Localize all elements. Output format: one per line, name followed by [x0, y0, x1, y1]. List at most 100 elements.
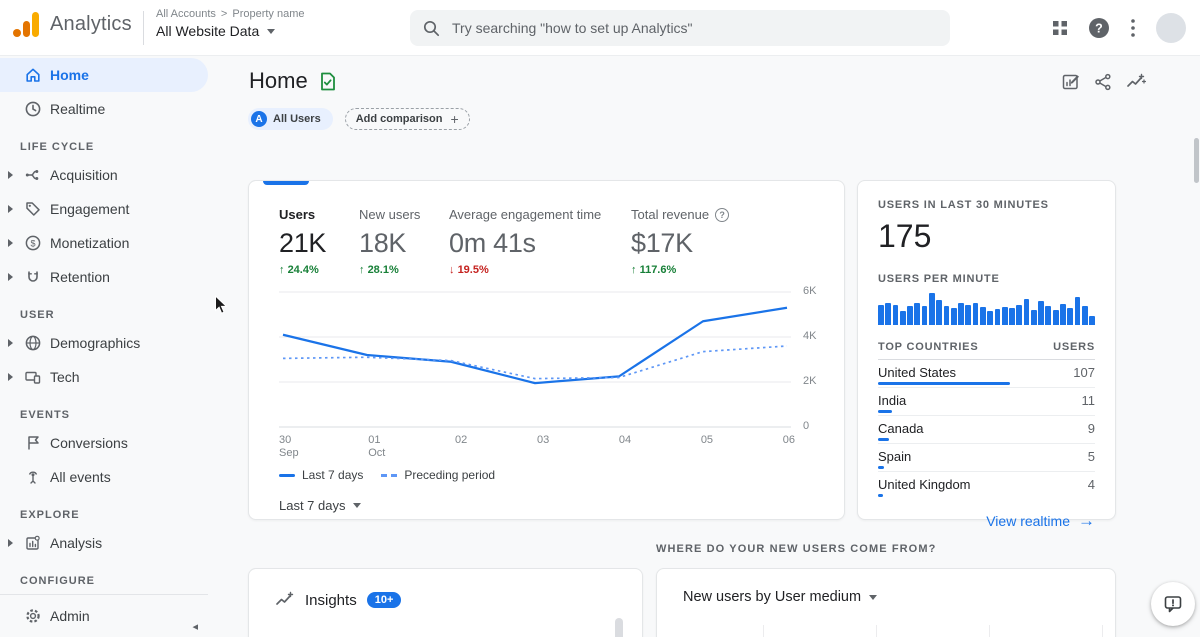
insights-header: Insights 10+: [249, 569, 642, 609]
sidebar-item-engagement[interactable]: Engagement: [0, 192, 220, 226]
new-users-card-title[interactable]: New users by User medium: [657, 569, 1115, 605]
search-input[interactable]: [452, 20, 938, 36]
y-axis-tick: 4K: [803, 330, 817, 342]
users-per-minute-bar: [943, 306, 950, 325]
date-range-selector[interactable]: Last 7 days: [279, 498, 844, 513]
active-metric-tab-indicator: [263, 181, 309, 185]
country-bar: [878, 466, 885, 469]
sidebar-item-tech[interactable]: Tech: [0, 360, 220, 394]
account-breadcrumb[interactable]: All Accounts > Property name All Website…: [156, 8, 305, 39]
sidebar-item-label: Retention: [50, 269, 110, 285]
insights-scrollbar-thumb[interactable]: [615, 618, 623, 637]
share-icon[interactable]: [1094, 73, 1112, 91]
arrow-right-icon: →: [1078, 511, 1095, 530]
property-selector-label: All Website Data: [156, 23, 260, 39]
sidebar-item-monetization[interactable]: $ Monetization: [0, 226, 220, 260]
table-row[interactable]: Canada 9: [878, 416, 1095, 444]
breadcrumb-property[interactable]: Property name: [232, 8, 304, 20]
expand-arrow-icon[interactable]: [8, 539, 13, 547]
analytics-logo[interactable]: Analytics: [12, 10, 132, 38]
gridline: [763, 625, 764, 637]
metric-users[interactable]: Users 21K ↑ 24.4%: [279, 207, 359, 276]
country-name: India: [878, 393, 907, 408]
search-icon: [423, 20, 440, 37]
y-axis-tick: 2K: [803, 375, 817, 387]
table-row[interactable]: India 11: [878, 388, 1095, 416]
users-per-minute-bar: [1001, 306, 1008, 325]
page-scrollbar-thumb[interactable]: [1194, 138, 1199, 183]
expand-arrow-icon[interactable]: [8, 205, 13, 213]
metric-total-revenue[interactable]: Total revenue? $17K ↑ 117.6%: [631, 207, 801, 276]
globe-icon: [24, 334, 42, 352]
metric-value: $17K: [631, 228, 693, 258]
insights-count-badge[interactable]: 10+: [366, 592, 402, 608]
expand-arrow-icon[interactable]: [8, 239, 13, 247]
table-row[interactable]: Spain 5: [878, 444, 1095, 472]
svg-text:?: ?: [1095, 22, 1103, 36]
metric-avg-engagement-time[interactable]: Average engagement time 0m 41s ↓ 19.5%: [449, 207, 631, 276]
sidebar-item-label: Engagement: [50, 201, 130, 217]
customize-dashboard-icon[interactable]: [1061, 72, 1080, 91]
trend-line-solid: [282, 306, 788, 385]
help-circle-icon[interactable]: ?: [715, 207, 730, 222]
insights-icon[interactable]: [1126, 73, 1146, 91]
sidebar-nav: Home Realtime LIFE CYCLE Acquisition Eng…: [0, 56, 220, 637]
metric-value: 18K: [359, 228, 407, 258]
realtime-users-count: 175: [878, 218, 932, 254]
saved-report-icon[interactable]: [318, 72, 337, 91]
trend-line-dashed: [282, 345, 788, 380]
users-per-minute-bar: [936, 300, 943, 325]
sidebar-item-acquisition[interactable]: Acquisition: [0, 158, 220, 192]
users-per-minute-bar: [1052, 310, 1059, 325]
sidebar-collapse-icon[interactable]: ◂: [192, 620, 198, 633]
y-axis-tick: 6K: [803, 285, 817, 297]
country-users: 9: [1087, 421, 1095, 436]
new-users-card-title-label: New users by User medium: [683, 589, 862, 605]
table-row[interactable]: United States 107: [878, 360, 1095, 388]
apps-grid-icon[interactable]: [1052, 20, 1068, 36]
property-selector[interactable]: All Website Data: [156, 23, 305, 39]
help-icon[interactable]: ?: [1088, 17, 1110, 39]
all-users-chip[interactable]: A All Users: [248, 108, 333, 130]
solid-line-swatch: [279, 473, 295, 477]
legend-label: Last 7 days: [302, 468, 364, 482]
breadcrumb-account[interactable]: All Accounts: [156, 8, 216, 20]
expand-arrow-icon[interactable]: [8, 339, 13, 347]
country-users: 4: [1087, 477, 1095, 492]
expand-arrow-icon[interactable]: [8, 171, 13, 179]
metrics-row: Users 21K ↑ 24.4% New users 18K ↑ 28.1% …: [279, 207, 844, 276]
metric-label: Users: [279, 207, 316, 222]
sidebar-item-realtime[interactable]: Realtime: [0, 92, 220, 126]
avatar[interactable]: [1156, 13, 1186, 43]
sidebar-item-analysis[interactable]: Analysis: [0, 526, 220, 560]
sidebar-item-home[interactable]: Home: [0, 58, 208, 92]
view-realtime-link[interactable]: View realtime →: [878, 512, 1095, 529]
search-bar[interactable]: [410, 10, 950, 46]
metric-new-users[interactable]: New users 18K ↑ 28.1%: [359, 207, 449, 276]
x-axis-tick: 01 Oct: [368, 434, 386, 459]
users-per-minute-bar: [1023, 298, 1030, 325]
sidebar-item-retention[interactable]: Retention: [0, 260, 220, 294]
add-comparison-button[interactable]: Add comparison +: [344, 108, 470, 130]
gridline: [1102, 625, 1103, 637]
sidebar-divider: [0, 594, 208, 595]
feedback-button[interactable]: [1151, 582, 1195, 626]
delta-value: 24.4%: [287, 264, 319, 276]
country-bar: [878, 382, 1011, 385]
country-bar: [878, 494, 884, 497]
sidebar-item-all-events[interactable]: All events: [0, 460, 220, 494]
sidebar-item-demographics[interactable]: Demographics: [0, 326, 220, 360]
table-row[interactable]: United Kingdom 4: [878, 472, 1095, 499]
expand-arrow-icon[interactable]: [8, 373, 13, 381]
sidebar-item-label: Home: [50, 67, 89, 83]
sidebar-section-user: USER: [20, 309, 55, 321]
analytics-logo-icon: [13, 12, 39, 37]
sidebar-item-admin[interactable]: Admin: [0, 599, 220, 633]
comparison-chips: A All Users Add comparison +: [248, 108, 470, 130]
more-vertical-icon[interactable]: [1130, 18, 1136, 38]
sidebar-item-conversions[interactable]: Conversions: [0, 426, 220, 460]
users-per-minute-bar: [914, 303, 921, 325]
users-per-minute-bar: [921, 305, 928, 325]
expand-arrow-icon[interactable]: [8, 273, 13, 281]
view-realtime-label: View realtime: [986, 512, 1070, 529]
